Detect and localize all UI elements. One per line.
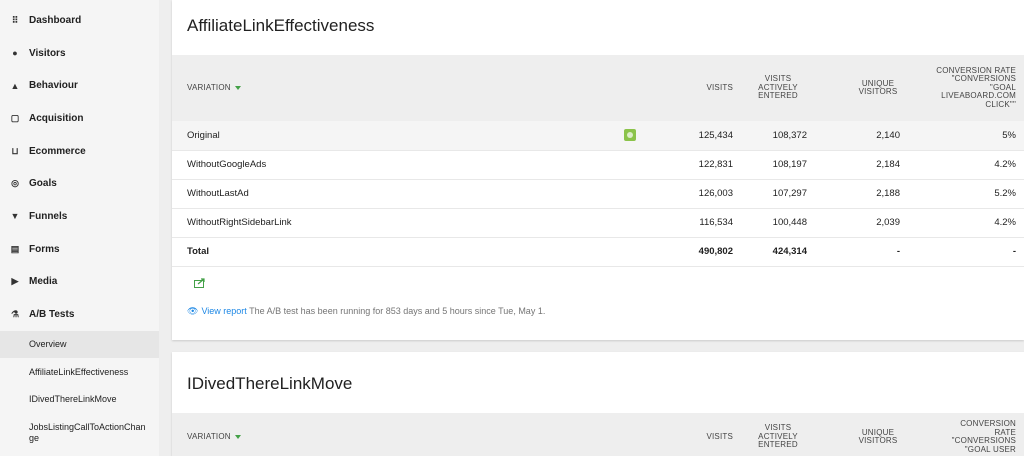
visits-cell: 126,003 bbox=[669, 179, 741, 209]
sidebar: ⠿ Dashboard ● Visitors ▲ Behaviour ▢ Acq… bbox=[0, 0, 159, 456]
unique-cell: 2,140 bbox=[815, 121, 908, 151]
sidebar-subitem-affiliatelinkeffectiveness[interactable]: AffiliateLinkEffectiveness bbox=[0, 358, 159, 386]
total-rate: - bbox=[908, 237, 1024, 267]
unique-cell: 2,039 bbox=[815, 208, 908, 238]
rate-cell: 4.2% bbox=[908, 208, 1024, 238]
variation-name: Original bbox=[172, 121, 624, 151]
sidebar-item-dashboard[interactable]: ⠿ Dashboard bbox=[0, 4, 159, 37]
sidebar-subitem-label: JobsListingCallToActionChange bbox=[29, 422, 146, 444]
cart-icon: ⊔ bbox=[11, 145, 19, 156]
target-icon: ◎ bbox=[11, 178, 19, 189]
variation-name: WithoutGoogleAds bbox=[172, 150, 624, 180]
view-report-link[interactable]: View report bbox=[201, 306, 246, 316]
table-row[interactable]: WithoutLastAd 126,003 107,297 2,188 5.2% bbox=[172, 179, 1024, 209]
visits-cell: 122,831 bbox=[669, 150, 741, 180]
variation-name: WithoutLastAd bbox=[172, 179, 624, 209]
sidebar-item-goals[interactable]: ◎ Goals bbox=[0, 167, 159, 200]
sidebar-item-ab-tests[interactable]: ⚗ A/B Tests bbox=[0, 298, 159, 331]
grid-icon: ⠿ bbox=[11, 14, 19, 25]
export-icon-svg bbox=[194, 278, 205, 288]
column-header-visits[interactable]: VISITS bbox=[669, 55, 741, 121]
window-icon: ▢ bbox=[10, 112, 20, 123]
table-row[interactable]: Original 125,434 108,372 2,140 5% bbox=[172, 121, 1024, 151]
sort-caret-icon bbox=[234, 434, 241, 439]
sidebar-item-label: Visitors bbox=[29, 47, 66, 59]
card-title: IDivedThereLinkMove bbox=[187, 374, 353, 393]
entered-cell: 107,297 bbox=[741, 179, 815, 209]
table-header-row: VARIATION VISITS VISITS ACTIVELY ENTERED… bbox=[172, 55, 1024, 121]
sidebar-item-label: Goals bbox=[29, 178, 57, 190]
rate-cell: 5% bbox=[908, 121, 1024, 151]
sort-caret-icon bbox=[234, 85, 241, 90]
column-header-variation[interactable]: VARIATION bbox=[172, 55, 624, 121]
sidebar-item-visitors[interactable]: ● Visitors bbox=[0, 37, 159, 70]
unique-cell: 2,188 bbox=[815, 179, 908, 209]
flask-icon: ⚗ bbox=[10, 309, 20, 320]
results-table: VARIATION VISITS VISITS ACTIVELY ENTERED… bbox=[172, 55, 1024, 267]
sidebar-subitem-idivedtherelinkmove[interactable]: IDivedThereLinkMove bbox=[0, 386, 159, 414]
results-table: VARIATION VISITS VISITS ACTIVELY ENTERED… bbox=[172, 413, 1024, 456]
sidebar-item-media[interactable]: ▶ Media bbox=[0, 266, 159, 299]
funnel-icon: ▼ bbox=[10, 211, 20, 222]
sidebar-item-forms[interactable]: ▤ Forms bbox=[0, 233, 159, 266]
column-header-entered[interactable]: VISITS ACTIVELY ENTERED bbox=[741, 413, 815, 456]
ab-test-card: AffiliateLinkEffectiveness VARIATION VIS… bbox=[172, 0, 1024, 340]
column-header-spacer bbox=[624, 413, 669, 456]
total-visits: 490,802 bbox=[669, 237, 741, 267]
export-icon[interactable] bbox=[194, 278, 206, 288]
column-header-conversion[interactable]: CONVERSION RATE "CONVERSIONS "GOAL LIVEA… bbox=[908, 55, 1024, 121]
visits-cell: 116,534 bbox=[669, 208, 741, 238]
table-row[interactable]: WithoutRightSidebarLink 116,534 100,448 … bbox=[172, 208, 1024, 238]
variation-name: WithoutRightSidebarLink bbox=[172, 208, 624, 238]
sidebar-item-label: Ecommerce bbox=[29, 145, 86, 157]
column-header-visits[interactable]: VISITS bbox=[669, 413, 741, 456]
sidebar-item-ecommerce[interactable]: ⊔ Ecommerce bbox=[0, 135, 159, 168]
sidebar-nav: ⠿ Dashboard ● Visitors ▲ Behaviour ▢ Acq… bbox=[0, 4, 159, 331]
original-variation-icon bbox=[624, 129, 636, 142]
total-unique: - bbox=[815, 237, 908, 267]
bell-icon: ▲ bbox=[10, 80, 20, 91]
visits-cell: 125,434 bbox=[669, 121, 741, 151]
sidebar-item-label: Behaviour bbox=[29, 80, 78, 92]
sidebar-item-funnels[interactable]: ▼ Funnels bbox=[0, 200, 159, 233]
sidebar-item-label: Media bbox=[29, 276, 58, 288]
rate-cell: 5.2% bbox=[908, 179, 1024, 209]
column-header-entered[interactable]: VISITS ACTIVELY ENTERED bbox=[741, 55, 815, 121]
media-icon: ▶ bbox=[11, 276, 19, 287]
total-row: Total 490,802 424,314 - - bbox=[172, 237, 1024, 267]
form-icon: ▤ bbox=[10, 243, 20, 254]
ab-test-card: IDivedThereLinkMove VARIATION VISITS VIS… bbox=[172, 352, 1024, 456]
sidebar-subitem-jobslistingcalltoactionchange[interactable]: JobsListingCallToActionChange bbox=[0, 413, 159, 451]
rate-cell: 4.2% bbox=[908, 150, 1024, 180]
column-header-conversion[interactable]: CONVERSION RATE "CONVERSIONS "GOAL USER bbox=[908, 413, 1024, 456]
total-label: Total bbox=[172, 237, 624, 267]
test-duration-text: The A/B test has been running for 853 da… bbox=[249, 306, 546, 316]
footer-note: 👁 View report The A/B test has been runni… bbox=[187, 306, 545, 317]
column-header-unique[interactable]: UNIQUE VISITORS bbox=[815, 413, 908, 456]
table-row[interactable]: WithoutGoogleAds 122,831 108,197 2,184 4… bbox=[172, 150, 1024, 180]
sidebar-subitem-overview[interactable]: Overview bbox=[0, 330, 159, 359]
column-header-unique[interactable]: UNIQUE VISITORS bbox=[815, 55, 908, 121]
sidebar-item-label: A/B Tests bbox=[29, 309, 75, 321]
card-title: AffiliateLinkEffectiveness bbox=[187, 16, 375, 35]
entered-cell: 100,448 bbox=[741, 208, 815, 238]
sidebar-item-label: Acquisition bbox=[29, 112, 84, 124]
sidebar-submenu: Overview AffiliateLinkEffectiveness IDiv… bbox=[0, 330, 159, 452]
entered-cell: 108,372 bbox=[741, 121, 815, 151]
total-entered: 424,314 bbox=[741, 237, 815, 267]
column-header-variation[interactable]: VARIATION bbox=[172, 413, 624, 456]
eye-icon: 👁 bbox=[187, 306, 199, 316]
sidebar-item-label: Forms bbox=[29, 243, 60, 255]
sidebar-item-label: Dashboard bbox=[29, 14, 82, 26]
sidebar-item-behaviour[interactable]: ▲ Behaviour bbox=[0, 69, 159, 102]
entered-cell: 108,197 bbox=[741, 150, 815, 180]
unique-cell: 2,184 bbox=[815, 150, 908, 180]
sidebar-item-acquisition[interactable]: ▢ Acquisition bbox=[0, 102, 159, 135]
column-header-spacer bbox=[624, 55, 669, 121]
binoculars-icon: ● bbox=[12, 48, 18, 59]
sidebar-item-label: Funnels bbox=[29, 210, 68, 222]
table-header-row: VARIATION VISITS VISITS ACTIVELY ENTERED… bbox=[172, 413, 1024, 456]
